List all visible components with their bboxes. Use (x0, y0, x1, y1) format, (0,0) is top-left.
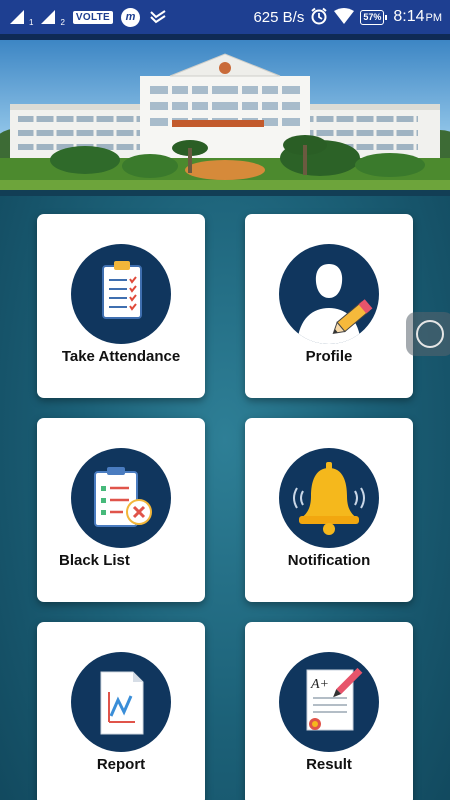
bell-icon (279, 448, 379, 548)
clock-ampm: PM (425, 12, 443, 24)
tile-black-list[interactable]: Black List (37, 418, 205, 602)
campus-banner-image (0, 40, 450, 190)
banner-divider (0, 190, 450, 196)
tile-label: Report (96, 756, 146, 773)
network-speed: 625 B/s (253, 8, 305, 26)
tile-label: Take Attendance (61, 348, 181, 365)
sim2-label: 2 (60, 17, 65, 27)
check-notification-icon (150, 10, 166, 24)
tile-label: Result (306, 756, 352, 773)
wifi-icon (334, 7, 355, 27)
tile-label: Notification (287, 552, 371, 569)
tile-report[interactable]: Report (37, 622, 205, 800)
tile-profile[interactable]: Profile (245, 214, 413, 398)
circle-icon (416, 320, 444, 348)
status-bar: 1 2 VOLTE m 625 B/s 57% 8:14PM (0, 0, 450, 34)
tile-label: Profile (305, 348, 353, 365)
app-notification-icon: m (121, 7, 140, 27)
clock-time: 8:14 (393, 8, 425, 25)
tile-notification[interactable]: Notification (245, 418, 413, 602)
result-certificate-icon: A+ (279, 652, 379, 752)
signal-sim2-icon (41, 10, 56, 24)
clipboard-checklist-icon (71, 244, 171, 344)
user-edit-icon (279, 244, 379, 344)
tile-result[interactable]: A+ Result (245, 622, 413, 800)
volte-badge: VOLTE (72, 10, 113, 24)
floating-assistive-button[interactable] (406, 312, 450, 356)
tile-take-attendance[interactable]: Take Attendance (37, 214, 205, 398)
alarm-icon (310, 7, 328, 28)
tile-label: Black List (59, 552, 130, 569)
battery-indicator: 57% (360, 9, 388, 25)
svg-text:A+: A+ (310, 677, 329, 692)
signal-sim1-icon (10, 10, 24, 24)
clock: 8:14PM (393, 8, 442, 26)
blacklist-document-icon (71, 448, 171, 548)
sim1-label: 1 (29, 17, 34, 27)
report-chart-icon (71, 652, 171, 752)
